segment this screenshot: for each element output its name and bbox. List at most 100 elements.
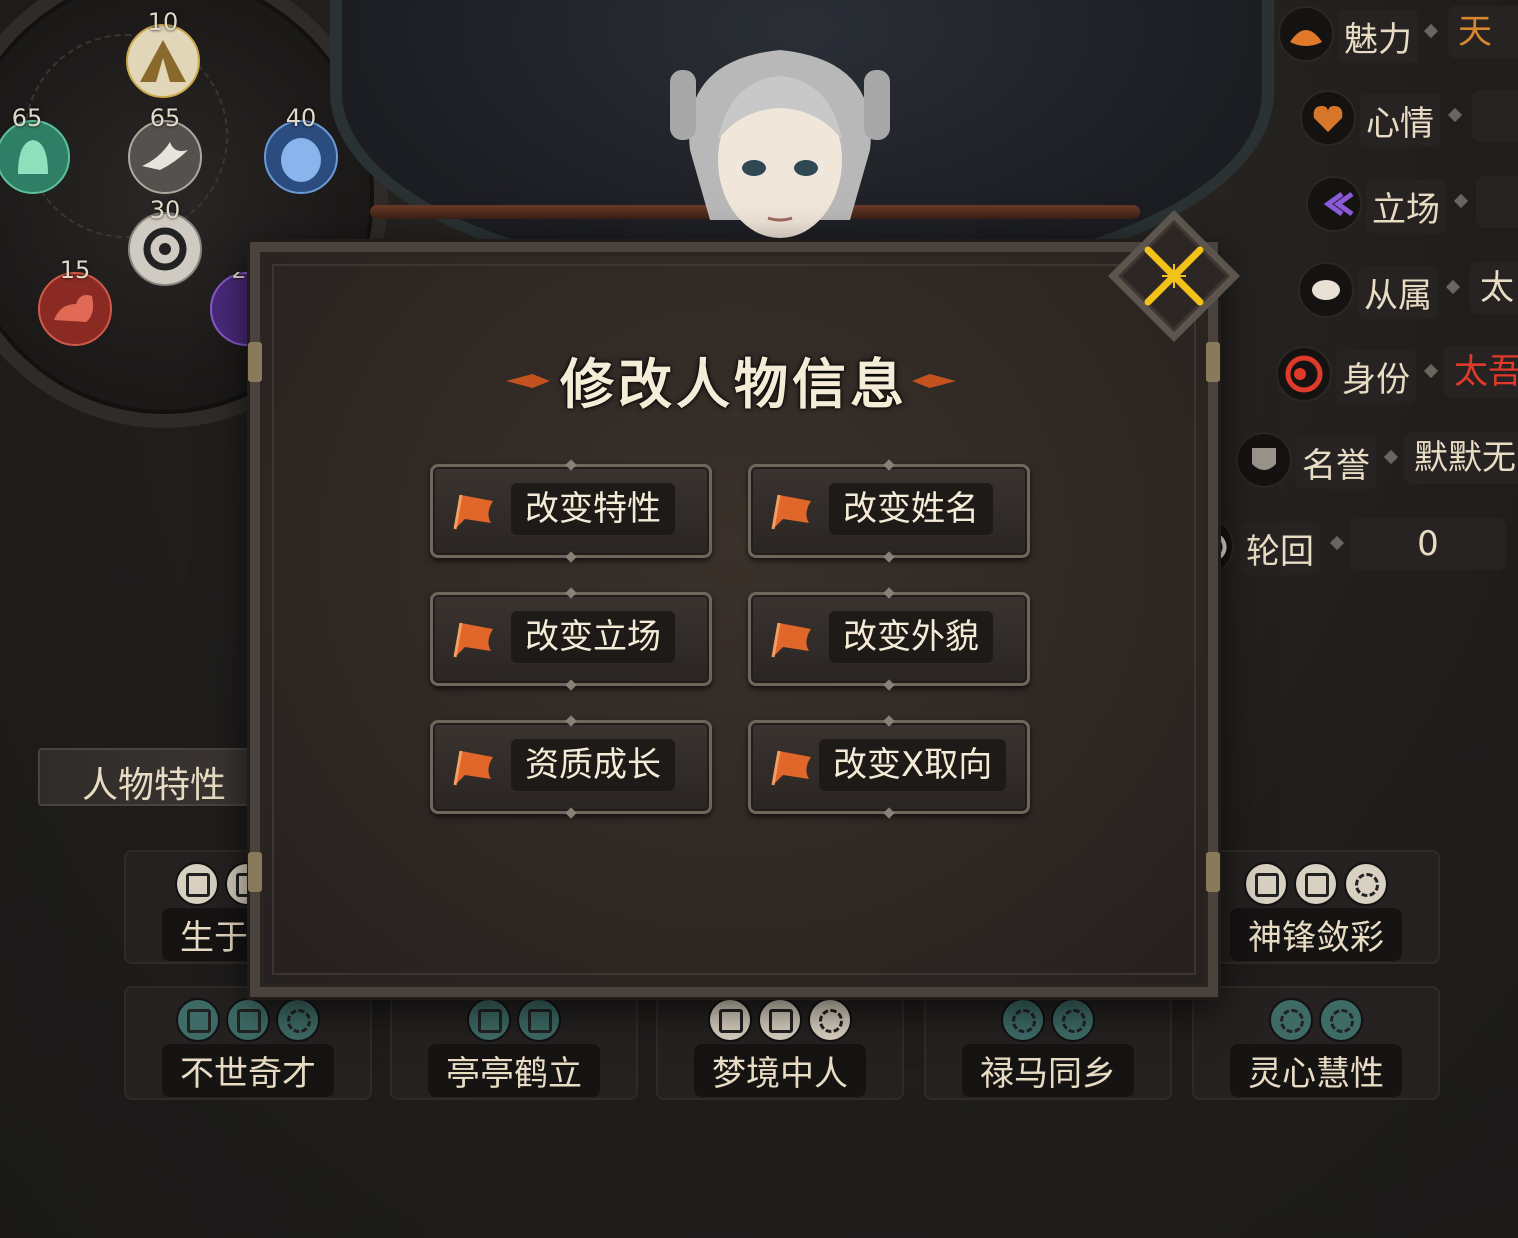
attr-identity[interactable]: 身份 太吾 xyxy=(1276,346,1518,403)
trait-card[interactable]: 神锋敛彩 xyxy=(1192,850,1440,964)
trait-card[interactable]: 梦境中人 xyxy=(656,986,904,1100)
heart-icon xyxy=(1300,90,1356,146)
flag-icon xyxy=(453,750,493,786)
trait-label: 灵心慧性 xyxy=(1230,1044,1402,1097)
trait-card[interactable]: 禄马同乡 xyxy=(924,986,1172,1100)
modal-title: 修改人物信息 xyxy=(560,352,908,416)
stat-tent[interactable]: 10 xyxy=(126,8,200,98)
button-label: 改变外貌 xyxy=(829,611,993,663)
button-label: 资质成长 xyxy=(511,739,675,791)
edit-character-modal: 修改人物信息 改变特性 改变姓名 改变立场 改变外貌 资质成长 改变X取向 xyxy=(248,242,1220,997)
lantern-decoration xyxy=(248,852,262,892)
attr-reputation[interactable]: 名誉 默默无 xyxy=(1236,432,1518,489)
chevron-icon xyxy=(1306,176,1362,232)
flag-icon xyxy=(771,622,811,658)
flag-icon xyxy=(771,494,811,530)
sword-icon xyxy=(1244,862,1288,906)
shield-icon xyxy=(1236,432,1292,488)
attr-label: 轮回 xyxy=(1240,522,1320,575)
stat-blue-mask[interactable]: 40 xyxy=(264,104,338,194)
attr-value: 0 xyxy=(1350,518,1506,570)
trait-section-label: 人物特性 xyxy=(82,765,227,806)
trait-icons xyxy=(392,998,636,1046)
trait-label: 梦境中人 xyxy=(694,1044,866,1097)
swirl-icon xyxy=(1269,998,1313,1042)
sword-icon xyxy=(467,998,511,1042)
lantern-decoration xyxy=(1206,342,1220,382)
sword-icon xyxy=(176,998,220,1042)
change-appearance-button[interactable]: 改变外貌 xyxy=(748,592,1030,686)
trait-label: 不世奇才 xyxy=(162,1044,334,1097)
swirl-icon xyxy=(1344,862,1388,906)
stat-value: 40 xyxy=(285,104,317,132)
stat-value: 65 xyxy=(11,104,43,132)
stat-green-bell[interactable]: 65 xyxy=(0,104,70,194)
attr-separator xyxy=(1423,23,1439,39)
flag-icon xyxy=(771,750,811,786)
stat-value: 15 xyxy=(59,256,91,284)
stat-knot[interactable]: 30 xyxy=(128,196,202,286)
close-button[interactable] xyxy=(1104,206,1244,346)
attr-separator xyxy=(1423,363,1439,379)
flag-icon xyxy=(453,622,493,658)
attr-affiliation[interactable]: 从属 太 xyxy=(1298,262,1518,319)
trait-section-tag: 人物特性 xyxy=(38,748,252,806)
trait-icons xyxy=(1194,862,1438,910)
swirl-icon xyxy=(1319,998,1363,1042)
shield-icon xyxy=(175,862,219,906)
swirl-icon xyxy=(276,998,320,1042)
attr-charm[interactable]: 魅力 天 xyxy=(1278,6,1518,63)
attr-separator xyxy=(1447,107,1463,123)
trait-label: 神锋敛彩 xyxy=(1230,908,1402,961)
character-avatar xyxy=(650,30,910,245)
eye-ring-icon xyxy=(1276,346,1332,402)
attr-label: 立场 xyxy=(1366,180,1446,233)
aptitude-growth-button[interactable]: 资质成长 xyxy=(430,720,712,814)
stat-swallow[interactable]: 65 xyxy=(128,104,202,194)
attr-value: 天 xyxy=(1448,6,1518,58)
change-orientation-button[interactable]: 改变X取向 xyxy=(748,720,1030,814)
attr-separator xyxy=(1383,449,1399,465)
mask-face-icon xyxy=(1298,262,1354,318)
swirl-icon xyxy=(808,998,852,1042)
shield-icon xyxy=(758,998,802,1042)
attr-value: 太 xyxy=(1470,262,1518,314)
swirl-icon xyxy=(1051,998,1095,1042)
attr-mood[interactable]: 心情 xyxy=(1300,90,1518,147)
flag-icon xyxy=(453,494,493,530)
trait-label: 亭亭鹤立 xyxy=(428,1044,600,1097)
attr-reincarnation[interactable]: 轮回 0 xyxy=(1186,518,1506,575)
trait-icons xyxy=(126,998,370,1046)
lantern-decoration xyxy=(1206,852,1220,892)
lotus-icon xyxy=(1278,6,1334,62)
button-label: 改变立场 xyxy=(511,611,675,663)
trait-card[interactable]: 不世奇才 xyxy=(124,986,372,1100)
trait-icons xyxy=(926,998,1170,1046)
trait-card[interactable]: 灵心慧性 xyxy=(1192,986,1440,1100)
attr-value: 默默无 xyxy=(1404,432,1518,484)
stat-value: 10 xyxy=(147,8,179,36)
attr-label: 从属 xyxy=(1358,266,1438,319)
close-icon xyxy=(1108,210,1240,342)
sword-icon xyxy=(708,998,752,1042)
stat-purple[interactable]: 2 xyxy=(210,272,250,346)
attr-value: 太吾 xyxy=(1444,346,1518,398)
button-label: 改变姓名 xyxy=(829,483,993,535)
shield-icon xyxy=(226,998,270,1042)
change-name-button[interactable]: 改变姓名 xyxy=(748,464,1030,558)
attr-separator xyxy=(1329,535,1345,551)
shield-icon xyxy=(1294,862,1338,906)
attr-value xyxy=(1476,176,1518,228)
attr-stance[interactable]: 立场 xyxy=(1306,176,1518,233)
button-label: 改变X取向 xyxy=(819,739,1007,791)
change-stance-button[interactable]: 改变立场 xyxy=(430,592,712,686)
trait-card[interactable]: 亭亭鹤立 xyxy=(390,986,638,1100)
stat-value: 65 xyxy=(149,104,181,132)
sword-icon xyxy=(517,998,561,1042)
button-label: 改变特性 xyxy=(511,483,675,535)
attr-separator xyxy=(1453,193,1469,209)
change-traits-button[interactable]: 改变特性 xyxy=(430,464,712,558)
attr-value xyxy=(1472,90,1518,142)
stat-value: 30 xyxy=(149,196,181,224)
stat-arm[interactable]: 15 xyxy=(38,256,112,346)
